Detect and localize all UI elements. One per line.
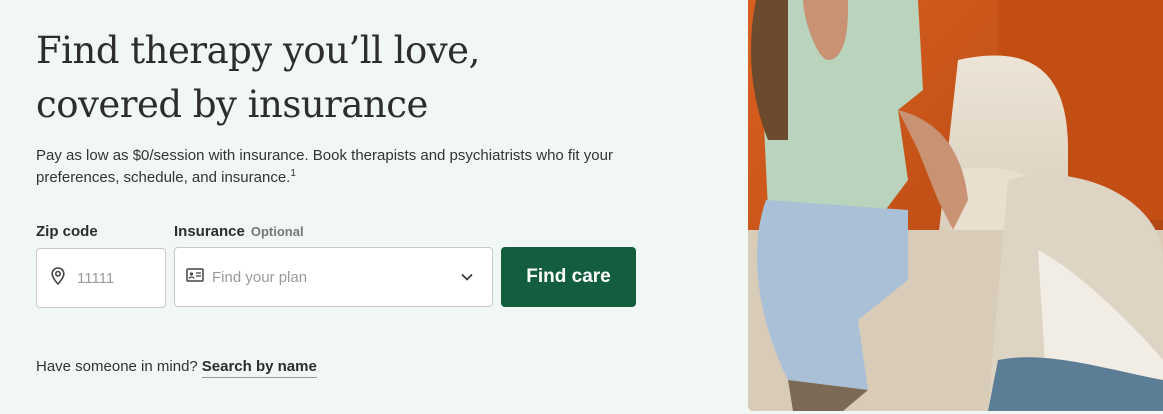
insurance-label: Insurance Optional — [174, 223, 304, 240]
search-by-name-text: Have someone in mind? — [36, 358, 198, 375]
zip-input[interactable] — [77, 269, 157, 287]
search-by-name-link[interactable]: Search by name — [201, 358, 317, 378]
find-care-button[interactable]: Find care — [501, 247, 636, 307]
insurance-select[interactable] — [174, 247, 493, 307]
hero-section: Find therapy you’ll love, covered by ins… — [36, 0, 716, 414]
footnote-marker[interactable]: 1 — [290, 168, 296, 179]
optional-tag: Optional — [250, 224, 304, 239]
hero-subtext: Pay as low as $0/session with insurance.… — [36, 145, 656, 189]
zip-label: Zip code — [36, 223, 98, 240]
zip-field[interactable] — [36, 248, 166, 308]
id-card-icon — [186, 267, 204, 287]
hero-photo — [748, 0, 1163, 411]
chevron-down-icon[interactable] — [460, 270, 474, 289]
insurance-input[interactable] — [212, 268, 442, 286]
headline-line-1: Find therapy you’ll love, — [36, 29, 480, 72]
map-pin-icon — [51, 266, 65, 290]
insurance-label-text: Insurance — [174, 223, 245, 240]
search-by-name-prompt: Have someone in mind? Search by name — [36, 358, 317, 378]
headline-line-2: covered by insurance — [36, 83, 428, 126]
page-title: Find therapy you’ll love, covered by ins… — [36, 24, 656, 132]
subtext-body: Pay as low as $0/session with insurance.… — [36, 147, 613, 186]
